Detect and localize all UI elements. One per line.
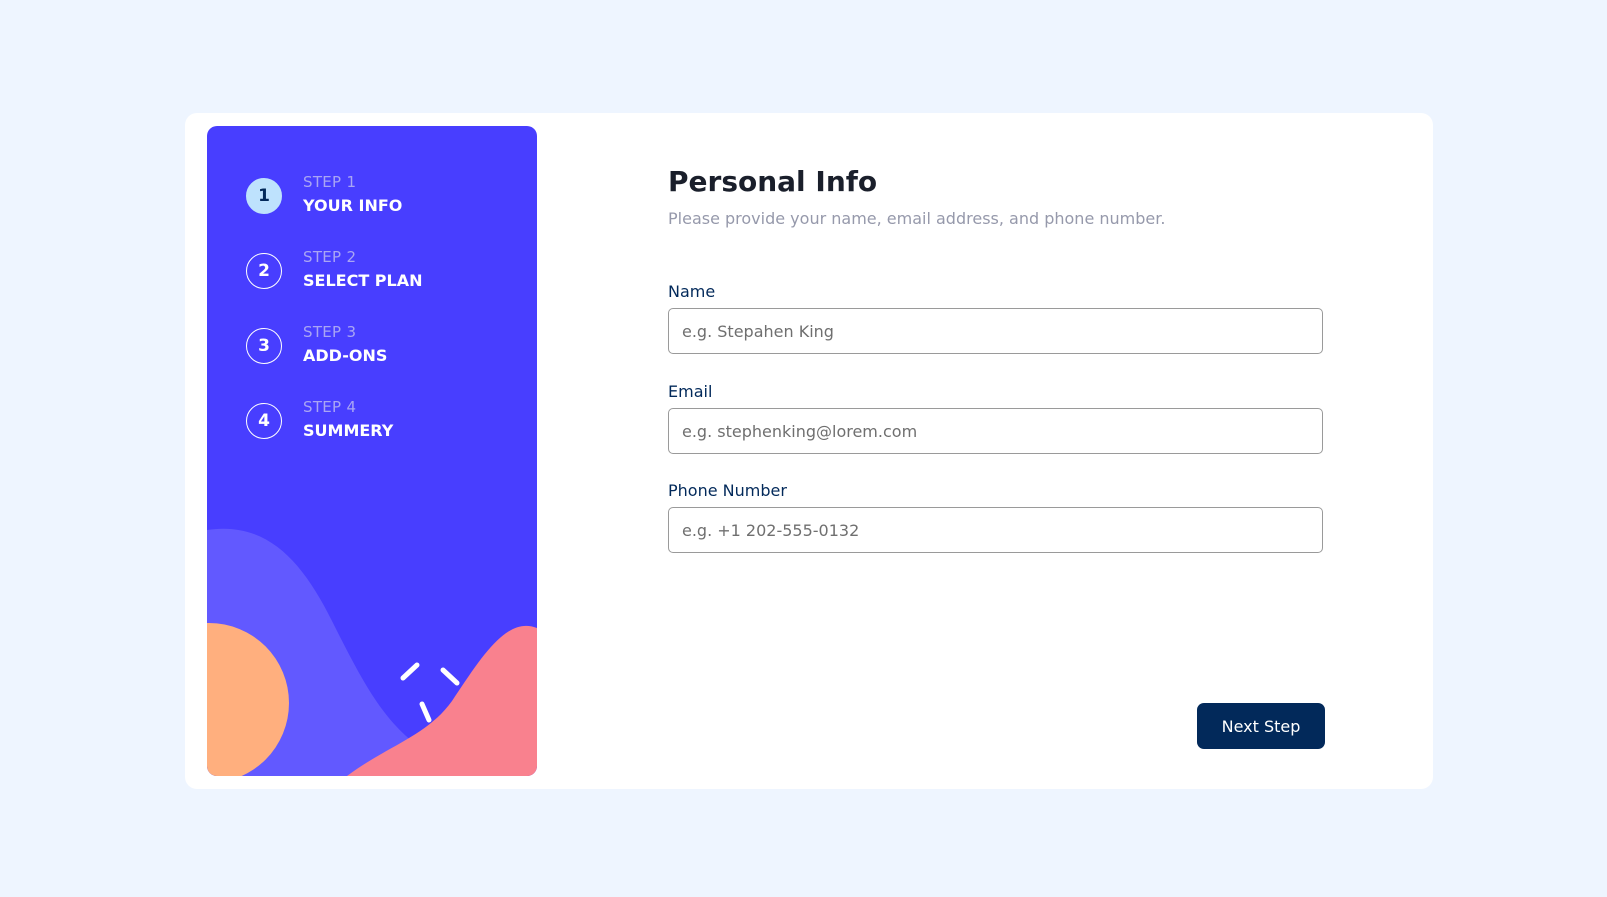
step-1[interactable]: 1 STEP 1 YOUR INFO (246, 173, 506, 225)
name-input[interactable] (668, 308, 1323, 354)
email-label: Email (668, 382, 713, 401)
name-label: Name (668, 282, 716, 301)
step-4[interactable]: 4 STEP 4 SUMMERY (246, 398, 506, 450)
step-2[interactable]: 2 STEP 2 SELECT PLAN (246, 248, 506, 300)
step-kicker: STEP 3 (303, 323, 357, 341)
step-title: SUMMERY (303, 421, 394, 440)
step-title: ADD-ONS (303, 346, 388, 365)
step-number-badge: 2 (246, 253, 282, 289)
form-card: 1 STEP 1 YOUR INFO 2 STEP 2 SELECT PLAN … (185, 113, 1433, 789)
page-title: Personal Info (668, 165, 878, 198)
next-step-button[interactable]: Next Step (1197, 703, 1325, 749)
step-title: SELECT PLAN (303, 271, 423, 290)
phone-label: Phone Number (668, 481, 787, 500)
step-kicker: STEP 4 (303, 398, 357, 416)
phone-input[interactable] (668, 507, 1323, 553)
step-kicker: STEP 1 (303, 173, 357, 191)
page-subtitle: Please provide your name, email address,… (668, 209, 1166, 228)
step-title: YOUR INFO (303, 196, 403, 215)
email-input[interactable] (668, 408, 1323, 454)
personal-info-form: Personal Info Please provide your name, … (668, 113, 1328, 789)
step-number-badge: 1 (246, 178, 282, 214)
step-number-badge: 4 (246, 403, 282, 439)
step-number-badge: 3 (246, 328, 282, 364)
steps-sidebar: 1 STEP 1 YOUR INFO 2 STEP 2 SELECT PLAN … (207, 126, 537, 776)
step-3[interactable]: 3 STEP 3 ADD-ONS (246, 323, 506, 375)
step-kicker: STEP 2 (303, 248, 357, 266)
